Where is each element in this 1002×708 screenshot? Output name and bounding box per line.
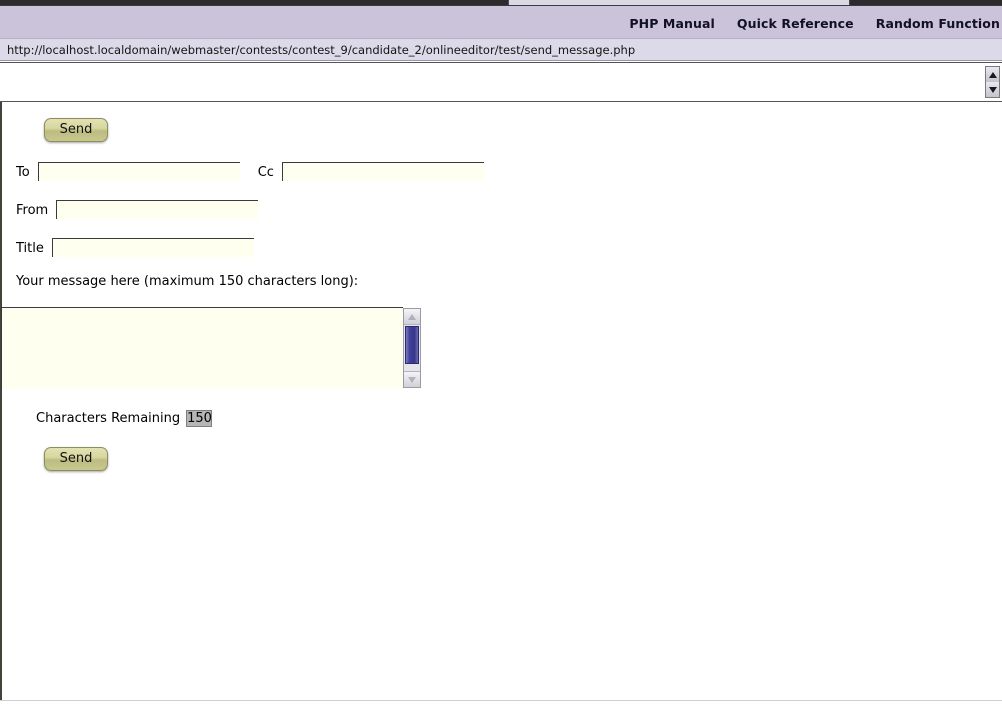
message-textarea[interactable] bbox=[1, 307, 403, 389]
characters-remaining-value bbox=[186, 410, 213, 427]
field-row-to-cc: To Cc bbox=[16, 162, 484, 181]
nav-link-quick-reference[interactable]: Quick Reference bbox=[737, 16, 854, 31]
nav-link-random-function[interactable]: Random Function bbox=[876, 16, 1000, 31]
code-area-scrollbar[interactable] bbox=[985, 66, 1000, 98]
code-lines: <TEXTAREA name="body" cols=50 rows=5 tab… bbox=[6, 65, 664, 101]
from-input[interactable] bbox=[56, 200, 259, 219]
message-textarea-wrapper bbox=[1, 307, 421, 389]
scrollbar-thumb[interactable] bbox=[405, 326, 419, 364]
url-text: http://localhost.localdomain/webmaster/c… bbox=[7, 43, 636, 57]
label-title: Title bbox=[16, 241, 44, 256]
send-button-top[interactable]: Send bbox=[44, 118, 108, 142]
label-to: To bbox=[16, 165, 30, 180]
field-row-title: Title bbox=[16, 238, 254, 257]
cc-input[interactable] bbox=[281, 162, 484, 181]
url-bar[interactable]: http://localhost.localdomain/webmaster/c… bbox=[0, 39, 1002, 61]
triangle-up-icon[interactable] bbox=[986, 67, 999, 82]
title-input[interactable] bbox=[51, 238, 254, 257]
message-prompt-label: Your message here (maximum 150 character… bbox=[16, 274, 359, 289]
php-nav-links: PHP Manual Quick Reference Random Functi… bbox=[629, 16, 1002, 31]
page-content-body: Send To Cc From Title Your message here … bbox=[0, 102, 1002, 708]
label-from: From bbox=[16, 203, 49, 218]
php-navigation-bar: PHP Manual Quick Reference Random Functi… bbox=[0, 6, 1002, 39]
nav-link-php-manual[interactable]: PHP Manual bbox=[629, 16, 715, 31]
scroll-down-arrow-icon[interactable] bbox=[404, 371, 420, 387]
triangle-down-icon[interactable] bbox=[986, 82, 999, 97]
field-row-from: From bbox=[16, 200, 259, 219]
code-display-area[interactable]: <TEXTAREA name="body" cols=50 rows=5 tab… bbox=[0, 62, 1002, 102]
characters-remaining-label: Characters Remaining bbox=[36, 411, 181, 426]
characters-remaining-row: Characters Remaining bbox=[36, 410, 213, 427]
scroll-up-arrow-icon[interactable] bbox=[404, 309, 420, 325]
send-button-bottom[interactable]: Send bbox=[44, 447, 108, 471]
to-input[interactable] bbox=[37, 162, 240, 181]
window-bottom-edge bbox=[0, 700, 1002, 708]
label-cc: Cc bbox=[257, 165, 274, 180]
message-textarea-scrollbar[interactable] bbox=[403, 308, 421, 388]
